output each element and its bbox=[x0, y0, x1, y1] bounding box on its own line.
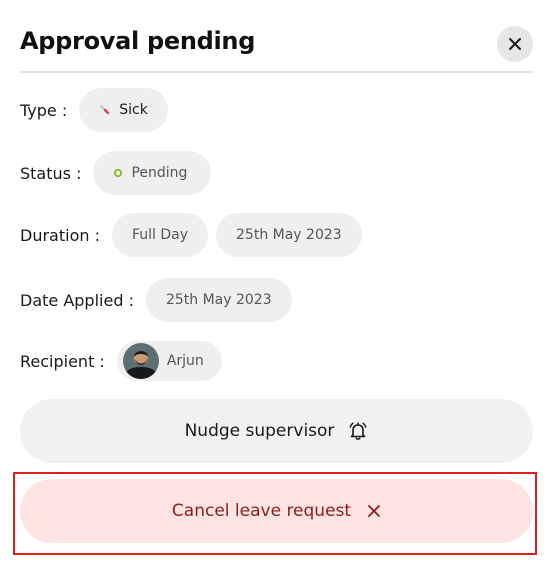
close-icon bbox=[509, 38, 521, 50]
header-divider bbox=[20, 71, 533, 73]
bell-icon bbox=[349, 422, 367, 440]
recipient-row: Recipient : Arjun bbox=[20, 341, 222, 381]
duration-span-chip: Full Day bbox=[111, 213, 209, 257]
recipient-name: Arjun bbox=[166, 353, 204, 369]
duration-label: Duration : bbox=[20, 225, 100, 245]
avatar bbox=[122, 343, 159, 379]
duration-row: Duration : Full Day 25th May 2023 bbox=[20, 213, 362, 257]
cancel-leave-request-label: Cancel leave request bbox=[171, 501, 352, 521]
type-chip: Sick bbox=[79, 88, 168, 132]
status-row: Status : Pending bbox=[20, 151, 212, 195]
close-icon bbox=[368, 505, 380, 517]
date-applied-row: Date Applied : 25th May 2023 bbox=[20, 278, 292, 322]
recipient-chip: Arjun bbox=[116, 341, 222, 381]
cancel-leave-request-button[interactable]: Cancel leave request bbox=[20, 479, 533, 543]
close-button[interactable] bbox=[497, 26, 533, 62]
type-label: Type : bbox=[20, 100, 68, 120]
type-value: Sick bbox=[119, 102, 148, 118]
status-dot-icon bbox=[113, 168, 123, 178]
nudge-supervisor-label: Nudge supervisor bbox=[184, 421, 335, 441]
status-badge: Pending bbox=[93, 151, 212, 195]
thermometer-icon bbox=[99, 104, 111, 116]
page-title: Approval pending bbox=[20, 27, 256, 55]
nudge-supervisor-button[interactable]: Nudge supervisor bbox=[20, 399, 533, 463]
duration-date-chip: 25th May 2023 bbox=[216, 213, 362, 257]
status-label: Status : bbox=[20, 163, 82, 183]
type-row: Type : Sick bbox=[20, 88, 168, 132]
date-applied-label: Date Applied : bbox=[20, 290, 134, 310]
status-value: Pending bbox=[131, 165, 188, 181]
recipient-label: Recipient : bbox=[20, 351, 105, 371]
date-applied-chip: 25th May 2023 bbox=[145, 278, 292, 322]
